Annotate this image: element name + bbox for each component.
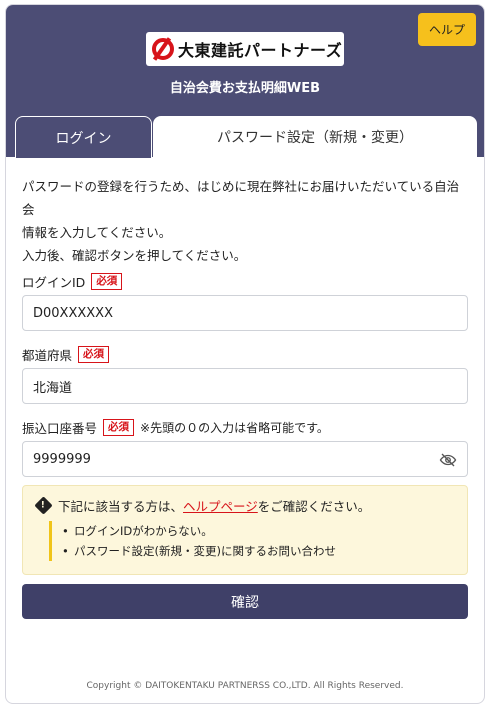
notice-heading: ! 下記に該当する方は、 ヘルプページ をご確認ください。 xyxy=(34,496,455,515)
list-item: ログインIDがわからない。 xyxy=(62,521,455,541)
notice-suffix: をご確認ください。 xyxy=(257,499,371,514)
app-title: 自治会費お支払明細WEB xyxy=(169,81,321,96)
logo-mark-icon xyxy=(152,38,174,60)
header: ヘルプ 大東建託パートナーズ 自治会費お支払明細WEB ログイン パスワード設定… xyxy=(6,5,484,158)
account-note: ※先頭の０の入力は省略可能です。 xyxy=(140,420,329,435)
required-badge: 必須 xyxy=(78,345,110,363)
prefecture-label-row: 都道府県 必須 xyxy=(22,343,470,365)
login-card: ヘルプ 大東建託パートナーズ 自治会費お支払明細WEB ログイン パスワード設定… xyxy=(5,4,485,704)
required-badge: 必須 xyxy=(91,272,123,290)
logo-text: 大東建託パートナーズ xyxy=(178,41,343,60)
eye-off-icon[interactable] xyxy=(439,451,457,469)
prefecture-input[interactable]: 北海道 xyxy=(22,368,468,404)
confirm-button[interactable]: 確認 xyxy=(22,584,468,619)
login-id-value: D00XXXXXX xyxy=(33,305,113,321)
list-item: パスワード設定(新規・変更)に関するお問い合わせ xyxy=(62,541,455,561)
help-button[interactable]: ヘルプ xyxy=(418,13,476,46)
account-input[interactable]: 9999999 xyxy=(22,441,468,477)
help-page-link[interactable]: ヘルプページ xyxy=(183,496,258,515)
login-id-input[interactable]: D00XXXXXX xyxy=(22,295,468,331)
copyright-footer: Copyright © DAITOKENTAKU PARTNERSS CO.,L… xyxy=(86,681,404,691)
form-content: パスワードの登録を行うため、はじめに現在弊社にお届けいただいている自治会 情報を… xyxy=(22,175,470,619)
warning-icon: ! xyxy=(34,496,53,515)
account-value: 9999999 xyxy=(33,451,91,467)
account-label: 振込口座番号 xyxy=(22,420,98,436)
notice-list: ログインIDがわからない。 パスワード設定(新規・変更)に関するお問い合わせ xyxy=(49,521,455,561)
prefecture-label: 都道府県 xyxy=(22,347,73,363)
required-badge: 必須 xyxy=(103,418,135,436)
company-logo: 大東建託パートナーズ xyxy=(146,32,344,66)
intro-line: パスワードの登録を行うため、はじめに現在弊社にお届けいただいている自治会 xyxy=(22,179,460,217)
notice-prefix: 下記に該当する方は、 xyxy=(58,499,184,514)
login-id-label-row: ログインID 必須 xyxy=(22,270,470,292)
intro-text: パスワードの登録を行うため、はじめに現在弊社にお届けいただいている自治会 情報を… xyxy=(22,175,470,267)
notice-box: ! 下記に該当する方は、 ヘルプページ をご確認ください。 ログインIDがわから… xyxy=(22,485,468,575)
intro-line: 入力後、確認ボタンを押してください。 xyxy=(22,248,247,263)
prefecture-value: 北海道 xyxy=(33,380,73,396)
account-label-row: 振込口座番号 必須 ※先頭の０の入力は省略可能です。 xyxy=(22,416,470,438)
tab-password-setting[interactable]: パスワード設定（新規・変更） xyxy=(153,116,477,158)
tab-login[interactable]: ログイン xyxy=(15,116,152,158)
login-id-label: ログインID xyxy=(22,274,86,290)
intro-line: 情報を入力してください。 xyxy=(22,225,172,240)
